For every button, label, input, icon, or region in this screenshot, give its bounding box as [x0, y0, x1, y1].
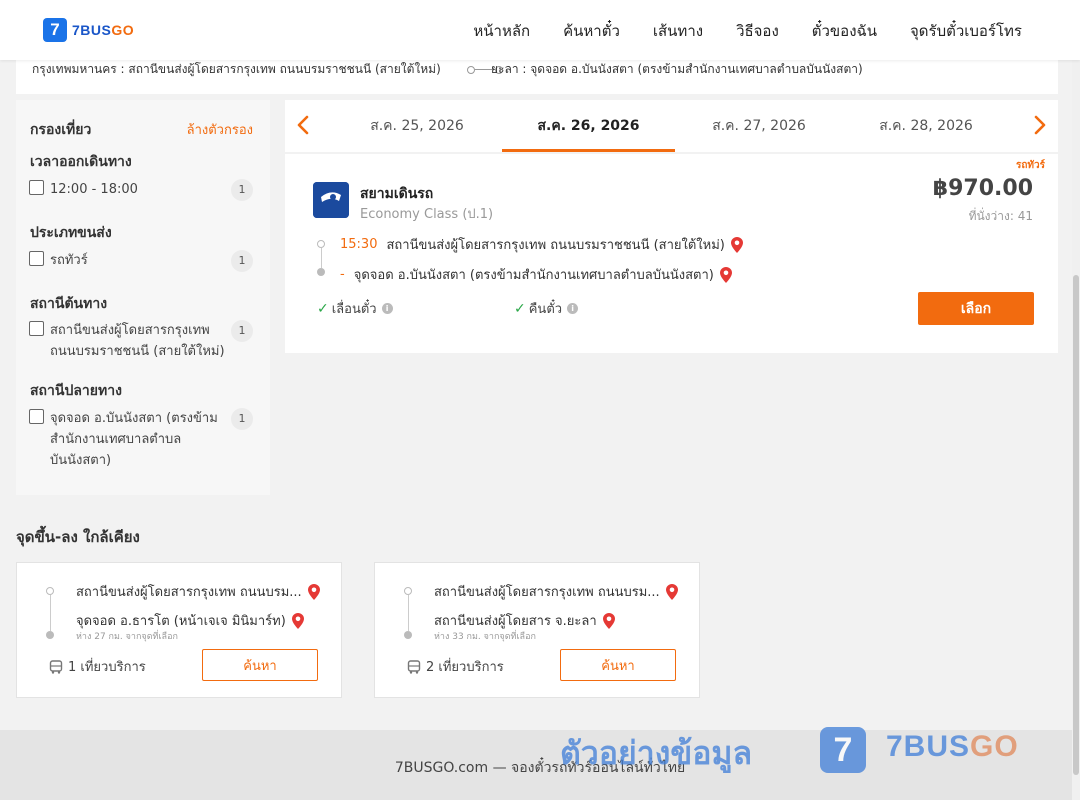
logo-mark: 7 [43, 18, 67, 42]
nearby-timeline [404, 587, 412, 639]
site-logo[interactable]: 7 7BUSGO [43, 18, 134, 42]
date-tab-4[interactable]: ส.ค. 28, 2026 [841, 100, 1011, 152]
nearby-to: จุดจอด อ.ธารโต (หน้าเจเจ มินิมาร์ท) [76, 610, 304, 631]
filter-checkbox-time[interactable] [29, 180, 44, 195]
filter-checkbox-destination[interactable] [29, 409, 44, 424]
nav-ticket-pickup[interactable]: จุดรับตั๋วเบอร์โทร [910, 19, 1022, 43]
nearby-title: จุดขึ้น-ลง ใกล้เคียง [16, 528, 140, 546]
filter-heading-destination: สถานีปลายทาง [30, 383, 122, 399]
location-pin-icon[interactable] [665, 583, 678, 600]
nearby-card: สถานีขนส่งผู้โดยสารกรุงเทพ ถนนบรม... สถา… [374, 562, 700, 698]
filter-title: กรองเที่ยว [30, 122, 92, 138]
stops-timeline [317, 240, 325, 276]
info-icon[interactable]: i [567, 303, 579, 314]
scrollbar-thumb[interactable] [1073, 275, 1079, 775]
nav-routes[interactable]: เส้นทาง [653, 19, 703, 43]
page-scrollbar[interactable] [1072, 60, 1080, 800]
filter-label-destination: จุดจอด อ.บันนังสตา (ตรงข้ามสำนักงานเทศบา… [50, 411, 218, 468]
filter-sidebar: กรองเที่ยว ล้างตัวกรอง เวลาออกเดินทาง 12… [16, 100, 270, 495]
nearby-search-button[interactable]: ค้นหา [202, 649, 318, 681]
filter-count-time: 1 [231, 179, 253, 201]
nearby-to: สถานีขนส่งผู้โดยสาร จ.ยะลา [434, 610, 615, 631]
location-pin-icon[interactable] [307, 583, 320, 600]
trip-card: รถทัวร์ สยามเดินรถ Economy Class (ป.1) ฿… [285, 154, 1058, 353]
date-selector: ส.ค. 25, 2026 ส.ค. 26, 2026 ส.ค. 27, 202… [285, 100, 1058, 152]
nearby-card: สถานีขนส่งผู้โดยสารกรุงเทพ ถนนบรม... จุด… [16, 562, 342, 698]
feature-reschedule: ✓ เลื่อนตั๋ว i [317, 298, 393, 319]
check-icon: ✓ [317, 300, 329, 317]
route-from: กรุงเทพมหานคร : สถานีขนส่งผู้โดยสารกรุงเ… [32, 62, 441, 76]
date-tab-2-active[interactable]: ส.ค. 26, 2026 [502, 100, 675, 152]
filter-heading-transport-type: ประเภทขนส่ง [30, 225, 112, 241]
nearby-from: สถานีขนส่งผู้โดยสารกรุงเทพ ถนนบรม... [76, 581, 320, 602]
nearby-trips: 1 เที่ยวบริการ [49, 656, 146, 677]
nav-search-tickets[interactable]: ค้นหาตั๋ว [563, 19, 620, 43]
date-tab-1[interactable]: ส.ค. 25, 2026 [332, 100, 502, 152]
filter-label-origin: สถานีขนส่งผู้โดยสารกรุงเทพ ถนนบรมราชชนนี… [50, 323, 225, 359]
nearby-from: สถานีขนส่งผู้โดยสารกรุงเทพ ถนนบรม... [434, 581, 678, 602]
filter-count-type: 1 [231, 250, 253, 272]
nav-how-to-book[interactable]: วิธีจอง [736, 19, 779, 43]
arrival-row: - จุดจอด อ.บันนังสตา (ตรงข้ามสำนักงานเทศ… [340, 264, 732, 285]
departure-row: 15:30 สถานีขนส่งผู้โดยสารกรุงเทพ ถนนบรมร… [340, 234, 743, 255]
location-pin-icon[interactable] [730, 236, 743, 253]
nearby-search-button[interactable]: ค้นหา [560, 649, 676, 681]
departure-time: 15:30 [340, 237, 378, 252]
feature-refund: ✓ คืนตั๋ว i [514, 298, 579, 319]
nearby-timeline [46, 587, 54, 639]
nearby-distance: ห่าง 33 กม. จากจุดที่เลือก [434, 632, 536, 642]
filter-heading-departure-time: เวลาออกเดินทาง [30, 154, 132, 170]
filter-label-type: รถทัวร์ [50, 253, 88, 268]
seats-available: ที่นั่งว่าง: 41 [968, 209, 1033, 223]
route-to: ยะลา : จุดจอด อ.บันนังสตา (ตรงข้ามสำนักง… [491, 62, 863, 76]
route-summary: กรุงเทพมหานคร : สถานีขนส่งผู้โดยสารกรุงเ… [16, 60, 1058, 94]
info-icon[interactable]: i [381, 303, 393, 314]
arrival-time: - [340, 267, 345, 282]
vehicle-type-tag: รถทัวร์ [1015, 160, 1045, 171]
location-pin-icon[interactable] [719, 266, 732, 283]
filter-checkbox-type[interactable] [29, 251, 44, 266]
filter-heading-origin: สถานีต้นทาง [30, 296, 108, 312]
filter-label-time: 12:00 - 18:00 [50, 182, 138, 197]
filter-option-destination: จุดจอด อ.บันนังสตา (ตรงข้ามสำนักงานเทศบา… [29, 408, 253, 474]
operator-logo [313, 182, 349, 218]
nav-home[interactable]: หน้าหลัก [473, 19, 530, 43]
check-icon: ✓ [514, 300, 526, 317]
location-pin-icon[interactable] [602, 612, 615, 629]
bus-icon [407, 659, 421, 674]
operator-name: สยามเดินรถ [360, 186, 434, 202]
trip-price: ฿970.00 [932, 176, 1033, 201]
filter-option-type: รถทัวร์ 1 [29, 250, 253, 272]
prev-date-arrow-icon[interactable] [293, 114, 315, 136]
arrival-station: จุดจอด อ.บันนังสตา (ตรงข้ามสำนักงานเทศบา… [353, 268, 714, 283]
select-trip-button[interactable]: เลือก [918, 292, 1034, 325]
departure-station: สถานีขนส่งผู้โดยสารกรุงเทพ ถนนบรมราชชนนี… [386, 238, 725, 253]
nav-my-tickets[interactable]: ตั๋วของฉัน [812, 19, 877, 43]
filter-option-time: 12:00 - 18:00 1 [29, 179, 253, 201]
top-header: 7 7BUSGO หน้าหลัก ค้นหาตั๋ว เส้นทาง วิธี… [0, 0, 1080, 60]
footer-text: 7BUSGO.com — จองตั๋วรถทัวร์ออนไลน์ทั่วไท… [394, 760, 686, 776]
feature-reschedule-label: เลื่อนตั๋ว [331, 302, 377, 317]
clear-filters-link[interactable]: ล้างตัวกรอง [187, 119, 253, 140]
filter-count-destination: 1 [231, 408, 253, 430]
filter-option-origin: สถานีขนส่งผู้โดยสารกรุงเทพ ถนนบรมราชชนนี… [29, 320, 253, 364]
bus-icon [49, 659, 63, 674]
nearby-distance: ห่าง 27 กม. จากจุดที่เลือก [76, 632, 178, 642]
main-nav: หน้าหลัก ค้นหาตั๋ว เส้นทาง วิธีจอง ตั๋วข… [473, 19, 1022, 43]
filter-checkbox-origin[interactable] [29, 321, 44, 336]
date-tab-3[interactable]: ส.ค. 27, 2026 [674, 100, 844, 152]
seat-class: Economy Class (ป.1) [360, 207, 494, 222]
filter-count-origin: 1 [231, 320, 253, 342]
location-pin-icon[interactable] [291, 612, 304, 629]
next-date-arrow-icon[interactable] [1028, 114, 1050, 136]
page-footer: 7BUSGO.com — จองตั๋วรถทัวร์ออนไลน์ทั่วไท… [0, 730, 1080, 800]
logo-text: 7BUSGO [72, 22, 135, 38]
feature-refund-label: คืนตั๋ว [528, 302, 563, 317]
nearby-trips: 2 เที่ยวบริการ [407, 656, 504, 677]
